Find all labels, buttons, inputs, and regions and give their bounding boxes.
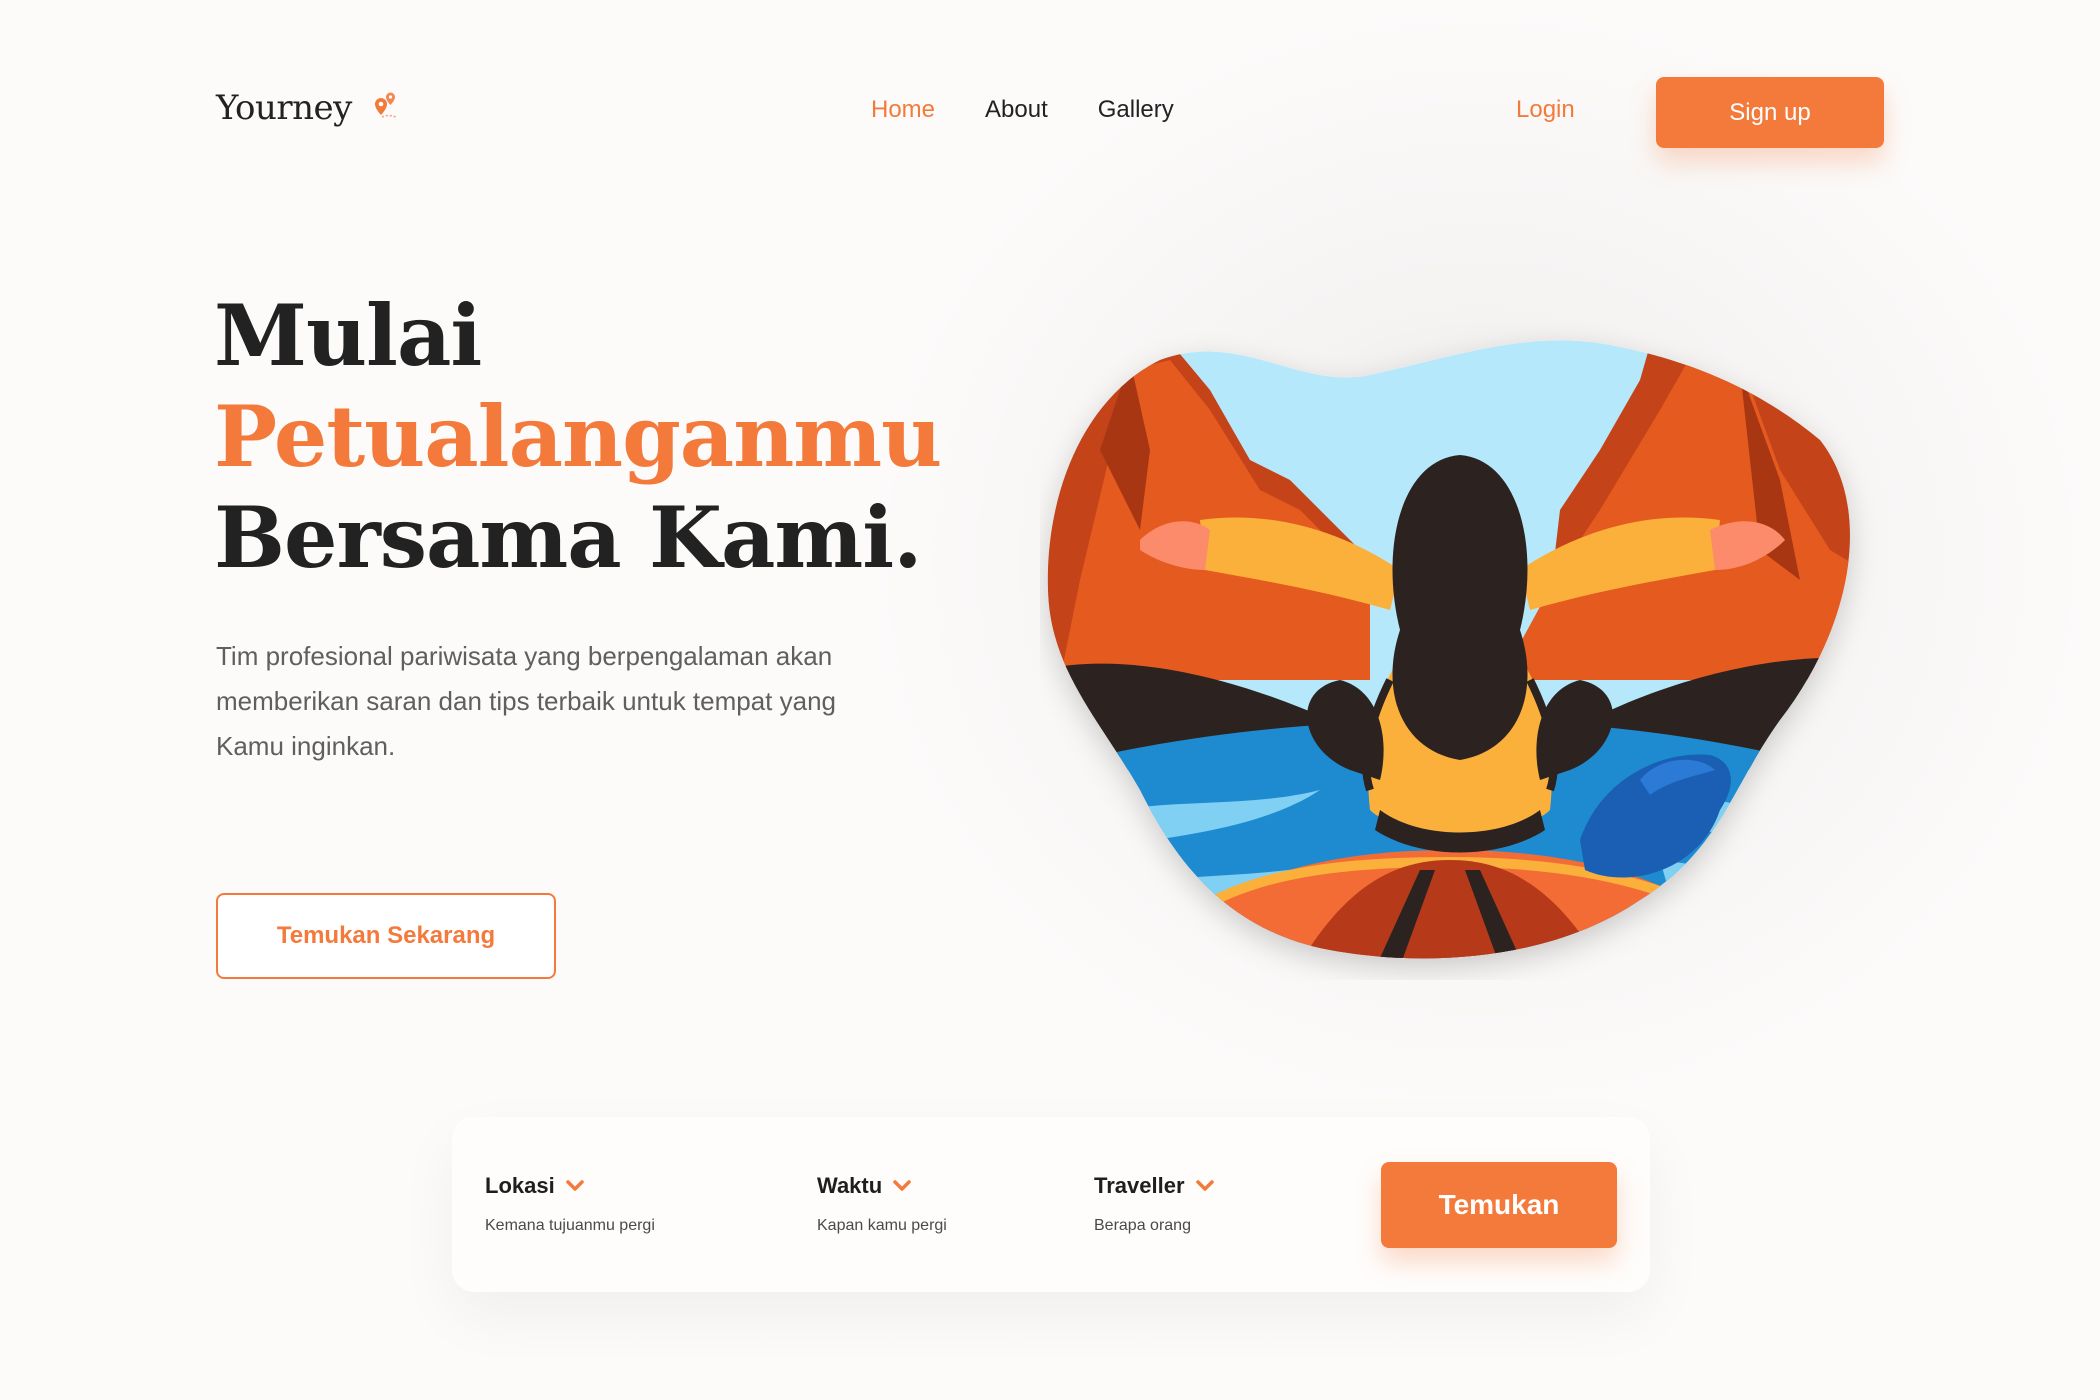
traveller-label: Traveller <box>1094 1173 1185 1198</box>
hero-title: Mulai Petualanganmu Bersama Kami. <box>214 285 974 588</box>
find-now-button[interactable]: Temukan Sekarang <box>216 893 556 979</box>
chevron-down-icon <box>1195 1180 1214 1191</box>
nav-gallery[interactable]: Gallery <box>1098 96 1174 124</box>
search-button[interactable]: Temukan <box>1381 1162 1617 1248</box>
map-pin-icon <box>374 92 397 118</box>
traveller-dropdown[interactable]: Traveller <box>1094 1173 1215 1199</box>
time-dropdown[interactable]: Waktu <box>817 1173 947 1199</box>
chevron-down-icon <box>893 1180 911 1191</box>
landing-page: Yourney Home About Gallery Login Sign up… <box>0 0 2100 1400</box>
time-hint: Kapan kamu pergi <box>817 1217 947 1234</box>
hero-illustration <box>1047 340 1850 959</box>
hero-description: Tim profesional pariwisata yang berpenga… <box>216 641 837 761</box>
traveller-field[interactable]: Traveller Berapa orang <box>1094 1173 1215 1235</box>
nav-home[interactable]: Home <box>871 96 935 124</box>
chevron-down-icon <box>565 1180 584 1191</box>
hero-title-line-3: Bersama Kami. <box>214 488 922 587</box>
traveller-hint: Berapa orang <box>1094 1217 1191 1234</box>
login-link[interactable]: Login <box>1516 96 1575 124</box>
nav-about[interactable]: About <box>985 96 1048 124</box>
hero-title-line-2: Petualanganmu <box>214 387 942 486</box>
brand-name: Yourney <box>216 88 352 128</box>
hero-title-line-1: Mulai <box>214 286 482 385</box>
time-label: Waktu <box>817 1173 883 1198</box>
brand-logo[interactable]: Yourney <box>216 88 400 128</box>
time-field[interactable]: Waktu Kapan kamu pergi <box>817 1173 947 1235</box>
location-label: Lokasi <box>485 1173 555 1198</box>
main-nav: Home About Gallery <box>871 96 1174 124</box>
location-dropdown[interactable]: Lokasi <box>485 1173 655 1199</box>
trip-search-bar: Lokasi Kemana tujuanmu pergi Waktu Kapan… <box>452 1117 1650 1292</box>
location-hint: Kemana tujuanmu pergi <box>485 1217 655 1234</box>
signup-button[interactable]: Sign up <box>1656 77 1884 148</box>
location-field[interactable]: Lokasi Kemana tujuanmu pergi <box>485 1173 655 1235</box>
